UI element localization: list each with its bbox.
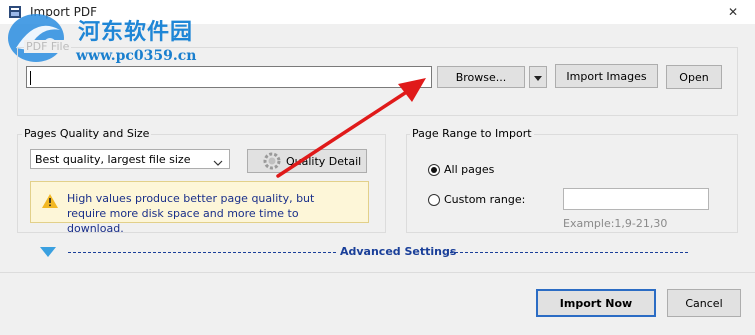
close-button[interactable]: ✕ [711,0,755,24]
browse-dropdown-button[interactable] [529,66,547,88]
quality-select[interactable]: Best quality, largest file size [30,149,230,169]
triangle-down-icon[interactable] [40,247,56,260]
radio-custom-range-indicator[interactable] [428,193,440,206]
app-icon [8,5,22,19]
pdf-file-label: PDF File [24,40,72,53]
gear-icon [262,151,282,171]
import-now-button[interactable]: Import Now [536,289,656,317]
chevron-down-icon [534,71,542,84]
close-icon: ✕ [727,5,739,19]
open-button[interactable]: Open [666,65,722,89]
import-pdf-dialog: Import PDF ✕ 河东软件园 www.pc0359.cn PDF Fil… [0,0,755,335]
quality-detail-button[interactable]: Quality Detail [247,149,367,173]
window-title: Import PDF [30,5,98,19]
pdf-file-input[interactable] [26,66,432,88]
radio-custom-range[interactable]: Custom range: [428,193,525,206]
advanced-divider-right [450,252,688,253]
warning-icon [42,194,58,211]
title-bar: Import PDF ✕ [0,0,755,24]
custom-range-input[interactable] [563,188,709,210]
quality-detail-label: Quality Detail [286,154,362,168]
advanced-settings-toggle[interactable]: Advanced Settings [340,245,456,258]
radio-all-pages[interactable]: All pages [428,163,494,176]
quality-warning-text: High values produce better page quality,… [67,192,315,235]
page-range-label: Page Range to Import [410,127,534,140]
quality-select-value: Best quality, largest file size [35,152,191,166]
browse-button[interactable]: Browse... [437,66,525,88]
advanced-divider-left [68,252,336,253]
quality-warning: High values produce better page quality,… [30,181,369,235]
cancel-button[interactable]: Cancel [667,289,741,317]
radio-all-pages-label: All pages [444,163,495,176]
custom-range-example: Example:1,9-21,30 [563,217,668,230]
chevron-down-icon [213,156,223,169]
radio-all-pages-indicator[interactable] [428,163,440,176]
import-images-button[interactable]: Import Images [555,64,658,88]
text-caret [30,71,31,85]
radio-custom-range-label: Custom range: [444,193,526,206]
quality-group-label: Pages Quality and Size [22,127,152,140]
